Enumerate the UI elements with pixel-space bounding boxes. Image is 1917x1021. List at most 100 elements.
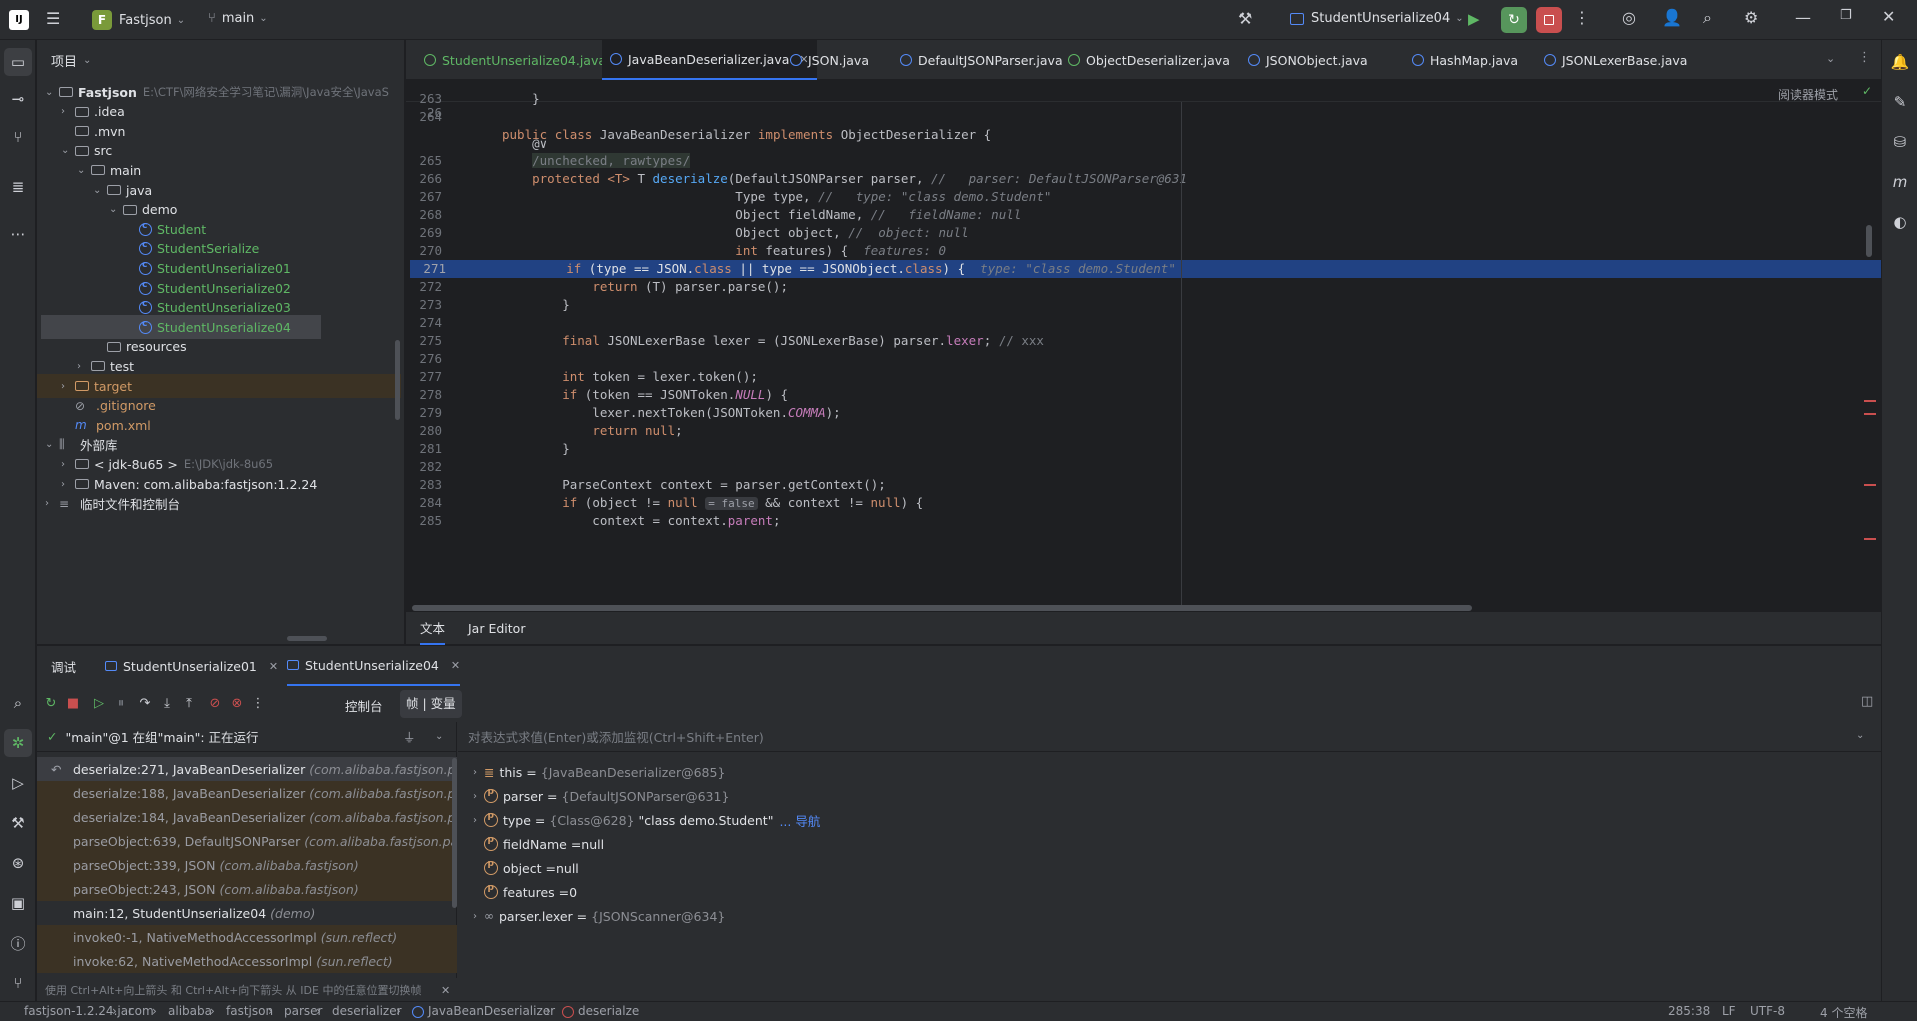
stack-frame[interactable]: parseObject:339, JSON (com.alibaba.fastjs… bbox=[37, 853, 457, 877]
editor-tab[interactable]: StudentUnserialize04.java bbox=[416, 40, 614, 80]
tree-item[interactable]: › ≡ 临时文件和控制台 bbox=[45, 492, 180, 516]
notifications-bell-icon[interactable]: 🔔 bbox=[1886, 48, 1914, 76]
chevron-down-icon[interactable]: ⌄ bbox=[61, 145, 75, 156]
view-breakpoints-icon[interactable]: ⊘ bbox=[205, 694, 225, 714]
editor-tab[interactable]: JSONObject.java bbox=[1240, 40, 1376, 80]
stop-icon[interactable]: ■ bbox=[63, 694, 83, 714]
run-config-selector[interactable]: StudentUnserialize04 ⌄ bbox=[1290, 11, 1464, 26]
variable-row[interactable]: › ∞ parser.lexer = {JSONScanner@634} bbox=[466, 904, 725, 928]
step-over-icon[interactable]: ↷ bbox=[135, 694, 155, 714]
breadcrumb-item[interactable]: alibaba bbox=[168, 1004, 212, 1018]
stack-frame[interactable]: deserialze:184, JavaBeanDeserializer (com… bbox=[37, 805, 457, 829]
variable-row[interactable]: fieldName = null bbox=[466, 832, 604, 856]
close-icon[interactable]: ✕ bbox=[441, 984, 450, 997]
layout-icon[interactable]: ◫ bbox=[1861, 694, 1873, 709]
stack-frame[interactable]: main:12, StudentUnserialize04 (demo) bbox=[37, 901, 457, 925]
restore-icon[interactable]: ❐ bbox=[1840, 8, 1852, 23]
breadcrumb-item[interactable]: com bbox=[128, 1004, 154, 1018]
stack-frame[interactable]: parseObject:639, DefaultJSONParser (com.a… bbox=[37, 829, 457, 853]
editor-tab[interactable]: JSON.java bbox=[782, 40, 877, 80]
variable-row[interactable]: features = 0 bbox=[466, 880, 577, 904]
project-switcher[interactable]: F Fastjson ⌄ bbox=[92, 10, 185, 30]
stop-button[interactable] bbox=[1536, 7, 1562, 33]
git-icon[interactable]: ⑂ bbox=[4, 969, 32, 997]
chevron-right-icon[interactable]: › bbox=[466, 911, 484, 922]
terminal-icon[interactable]: ▣ bbox=[4, 889, 32, 917]
breadcrumb-item[interactable]: deserializer bbox=[332, 1004, 402, 1018]
variable-row[interactable]: › ≣ this = {JavaBeanDeserializer@685} bbox=[466, 760, 725, 784]
branch-switcher[interactable]: ⑂ main ⌄ bbox=[208, 11, 268, 26]
debug-session-tab[interactable]: StudentUnserialize01 ✕ bbox=[105, 646, 278, 686]
resume-icon[interactable]: ▷ bbox=[89, 694, 109, 714]
main-menu-icon[interactable]: ☰ bbox=[46, 9, 60, 28]
chevron-right-icon[interactable]: › bbox=[61, 106, 75, 117]
more-vertical-icon[interactable]: ⋮ bbox=[1574, 8, 1590, 27]
error-marker[interactable] bbox=[1864, 484, 1876, 486]
tab-frames-variables[interactable]: 帧 | 变量 bbox=[400, 690, 462, 718]
mute-breakpoints-icon[interactable]: ⊗ bbox=[227, 694, 247, 714]
editor-tab[interactable]: DefaultJSONParser.java bbox=[892, 40, 1071, 80]
chevron-right-icon[interactable]: › bbox=[77, 361, 91, 372]
chevron-right-icon[interactable]: › bbox=[466, 791, 484, 802]
chevron-right-icon[interactable]: › bbox=[45, 498, 59, 509]
stack-frame[interactable]: invoke:62, NativeMethodAccessorImpl (sun.… bbox=[37, 949, 457, 973]
resume-icon[interactable]: ▶ bbox=[1468, 10, 1480, 28]
close-icon[interactable]: ✕ bbox=[1882, 7, 1895, 26]
run-icon[interactable]: ▷ bbox=[4, 769, 32, 797]
build-hammer-icon[interactable]: ⚒ bbox=[1238, 9, 1252, 28]
problems-icon[interactable]: ⓘ bbox=[4, 929, 32, 957]
breadcrumb-item[interactable]: JavaBeanDeserializer bbox=[412, 1004, 555, 1018]
more-horizontal-icon[interactable]: ⋯ bbox=[4, 220, 32, 248]
tab-jar-editor[interactable]: Jar Editor bbox=[468, 612, 525, 645]
close-icon[interactable]: ✕ bbox=[451, 659, 460, 672]
step-into-icon[interactable]: ⤓ bbox=[157, 694, 177, 714]
project-folder-icon[interactable]: ▭ bbox=[4, 48, 32, 76]
chevron-right-icon[interactable]: › bbox=[466, 767, 484, 778]
minimize-icon[interactable]: — bbox=[1795, 8, 1811, 27]
filter-icon[interactable]: ⏚ bbox=[403, 727, 416, 746]
rerun-debug-icon[interactable]: ↻ bbox=[1501, 7, 1527, 33]
intellij-logo-icon[interactable]: IJ bbox=[9, 10, 29, 30]
navigate-link[interactable]: ... 导航 bbox=[779, 811, 820, 830]
more-vertical-icon[interactable]: ⋮ bbox=[1858, 50, 1871, 65]
chevron-down-icon[interactable]: ⌄ bbox=[435, 731, 443, 742]
editor-tab[interactable]: HashMap.java bbox=[1404, 40, 1526, 80]
stack-frame[interactable]: invoke0:-1, NativeMethodAccessorImpl (sun… bbox=[37, 925, 457, 949]
step-out-icon[interactable]: ⤒ bbox=[179, 694, 199, 714]
chevron-down-icon[interactable]: ⌄ bbox=[45, 87, 59, 98]
chevron-down-icon[interactable]: ⌄ bbox=[77, 165, 91, 176]
search-icon[interactable]: ⌕ bbox=[4, 689, 32, 717]
chevron-right-icon[interactable]: › bbox=[61, 479, 75, 490]
vertical-scrollbar[interactable] bbox=[1866, 225, 1872, 257]
rerun-icon[interactable]: ↻ bbox=[41, 694, 61, 714]
chevron-down-icon[interactable]: ⌄ bbox=[93, 185, 107, 196]
stack-frame[interactable]: ↶ deserialze:271, JavaBeanDeserializer (co… bbox=[37, 757, 457, 781]
variable-row[interactable]: object = null bbox=[466, 856, 579, 880]
ai-assistant-icon[interactable]: ◎ bbox=[1622, 8, 1636, 27]
error-marker[interactable] bbox=[1864, 413, 1876, 415]
error-marker[interactable] bbox=[1864, 538, 1876, 540]
editor-tab[interactable]: ObjectDeserializer.java bbox=[1060, 40, 1238, 80]
chevron-right-icon[interactable]: › bbox=[61, 459, 75, 470]
search-icon[interactable]: ⌕ bbox=[1703, 8, 1712, 28]
breadcrumb-item[interactable]: fastjson bbox=[226, 1004, 273, 1018]
stack-frame[interactable]: deserialze:188, JavaBeanDeserializer (com… bbox=[37, 781, 457, 805]
vertical-scrollbar[interactable] bbox=[395, 340, 400, 420]
build-icon[interactable]: ⚒ bbox=[4, 809, 32, 837]
project-panel-header[interactable]: 项目 ⌄ bbox=[37, 40, 404, 80]
services-icon[interactable]: ⊛ bbox=[4, 849, 32, 877]
evaluate-expression-input[interactable]: 对表达式求值(Enter)或添加监视(Ctrl+Shift+Enter) ⌄ bbox=[458, 722, 1881, 752]
tab-console[interactable]: 控制台 bbox=[345, 696, 383, 715]
tab-text[interactable]: 文本 bbox=[420, 612, 446, 645]
structure-icon[interactable]: ≣ bbox=[4, 173, 32, 201]
copilot-icon[interactable]: ◐ bbox=[1886, 208, 1914, 236]
chevron-down-icon[interactable]: ⌄ bbox=[109, 204, 123, 215]
database-icon[interactable]: ⛁ bbox=[1886, 128, 1914, 156]
caret-position[interactable]: 285:38 bbox=[1668, 1004, 1710, 1018]
stack-frame[interactable]: parseObject:243, JSON (com.alibaba.fastjs… bbox=[37, 877, 457, 901]
chevron-down-icon[interactable]: ⌄ bbox=[1826, 52, 1835, 65]
chevron-right-icon[interactable]: › bbox=[466, 815, 484, 826]
more-vertical-icon[interactable]: ⋮ bbox=[248, 694, 268, 714]
editor-tab[interactable]: JSONLexerBase.java bbox=[1536, 40, 1695, 80]
ai-chat-icon[interactable]: ✎ bbox=[1886, 88, 1914, 116]
